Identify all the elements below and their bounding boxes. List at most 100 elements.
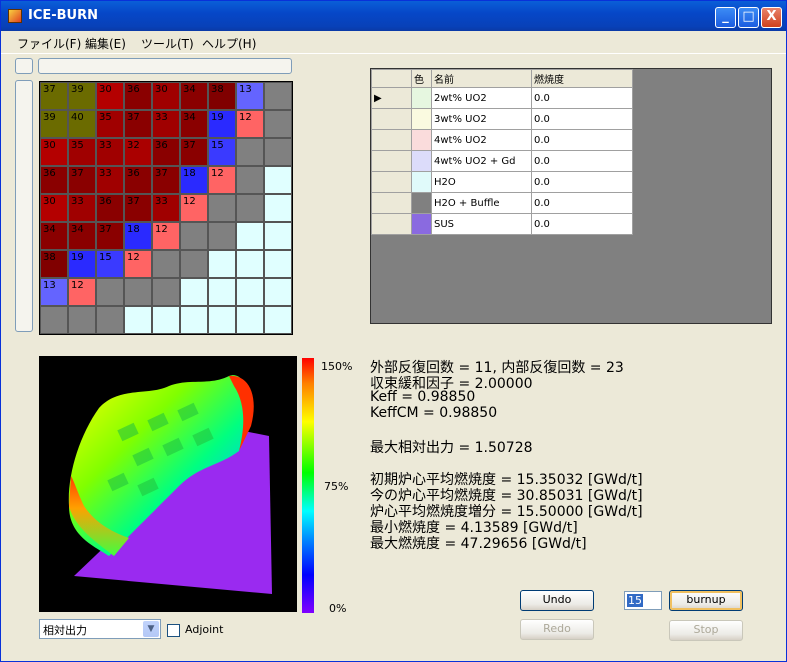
material-color-swatch[interactable] [411, 87, 432, 109]
grid-cell[interactable]: 34 [68, 222, 96, 250]
grid-cell[interactable] [264, 82, 292, 110]
table-row[interactable]: 4wt% UO2 + Gd 0.0 [371, 150, 633, 172]
grid-cell[interactable]: 37 [180, 138, 208, 166]
row-header[interactable]: ▶ [371, 87, 412, 109]
grid-cell[interactable] [152, 250, 180, 278]
material-burnup-cell[interactable]: 0.0 [531, 108, 633, 130]
grid-cell[interactable] [124, 278, 152, 306]
grid-cell[interactable] [40, 306, 68, 334]
grid-cell[interactable] [96, 278, 124, 306]
grid-cell[interactable] [264, 250, 292, 278]
material-name-cell[interactable]: 3wt% UO2 [431, 108, 532, 130]
material-name-cell[interactable]: H2O [431, 171, 532, 193]
material-name-cell[interactable]: H2O + Buffle [431, 192, 532, 214]
grid-cell[interactable] [264, 194, 292, 222]
grid-cell[interactable] [208, 306, 236, 334]
grid-cell[interactable] [152, 306, 180, 334]
grid-cell[interactable] [236, 194, 264, 222]
undo-button[interactable]: Undo [520, 590, 594, 611]
grid-cell[interactable]: 13 [236, 82, 264, 110]
material-color-swatch[interactable] [411, 213, 432, 235]
grid-cell[interactable] [264, 138, 292, 166]
grid-cell[interactable]: 36 [40, 166, 68, 194]
grid-cell[interactable]: 38 [40, 250, 68, 278]
chevron-down-icon[interactable]: ▼ [143, 621, 159, 637]
grid-cell[interactable]: 33 [96, 166, 124, 194]
table-row[interactable]: ▶ 2wt% UO2 0.0 [371, 87, 633, 109]
grid-cell[interactable]: 15 [208, 138, 236, 166]
grid-cell[interactable] [264, 278, 292, 306]
material-color-swatch[interactable] [411, 192, 432, 214]
grid-cell[interactable]: 33 [152, 110, 180, 138]
material-burnup-cell[interactable]: 0.0 [531, 150, 633, 172]
grid-cell[interactable]: 33 [96, 138, 124, 166]
grid-cell[interactable] [180, 278, 208, 306]
material-burnup-cell[interactable]: 0.0 [531, 87, 633, 109]
grid-cell[interactable] [264, 222, 292, 250]
grid-cell[interactable] [152, 278, 180, 306]
menu-help[interactable]: ヘルプ(H) [202, 35, 256, 52]
grid-cell[interactable] [236, 278, 264, 306]
grid-cell[interactable]: 18 [180, 166, 208, 194]
grid-cell[interactable] [180, 222, 208, 250]
material-color-swatch[interactable] [411, 171, 432, 193]
menu-tools[interactable]: ツール(T) [141, 35, 194, 52]
material-name-cell[interactable]: 2wt% UO2 [431, 87, 532, 109]
adjoint-checkbox[interactable] [167, 624, 180, 637]
grid-cell[interactable]: 18 [124, 222, 152, 250]
row-header[interactable] [371, 192, 412, 214]
table-row[interactable]: 4wt% UO2 0.0 [371, 129, 633, 151]
grid-cell[interactable] [264, 110, 292, 138]
burnup-button[interactable]: burnup [669, 590, 743, 611]
close-button[interactable]: X [761, 7, 782, 28]
table-row[interactable]: H2O 0.0 [371, 171, 633, 193]
table-row[interactable]: 3wt% UO2 0.0 [371, 108, 633, 130]
table-row[interactable]: SUS 0.0 [371, 213, 633, 235]
grid-cell[interactable]: 12 [68, 278, 96, 306]
power-3d-plot[interactable] [39, 356, 297, 612]
grid-cell[interactable]: 40 [68, 110, 96, 138]
material-color-swatch[interactable] [411, 108, 432, 130]
minimize-button[interactable]: _ [715, 7, 736, 28]
grid-cell[interactable]: 30 [96, 82, 124, 110]
row-header[interactable] [371, 150, 412, 172]
step-input[interactable]: 15 [624, 591, 662, 610]
menu-file[interactable]: ファイル(F) [17, 35, 81, 52]
row-header[interactable] [371, 213, 412, 235]
grid-cell[interactable]: 37 [152, 166, 180, 194]
grid-cell[interactable]: 36 [124, 82, 152, 110]
menu-edit[interactable]: 編集(E) [85, 35, 126, 52]
grid-cell[interactable]: 30 [152, 82, 180, 110]
grid-cell[interactable]: 34 [180, 110, 208, 138]
grid-cell[interactable] [208, 194, 236, 222]
title-bar[interactable]: ICE-BURN _ □ X [1, 1, 786, 31]
material-burnup-cell[interactable]: 0.0 [531, 213, 633, 235]
grid-cell[interactable] [236, 306, 264, 334]
grid-cell[interactable]: 30 [40, 194, 68, 222]
grid-cell[interactable]: 37 [68, 166, 96, 194]
grid-cell[interactable] [180, 306, 208, 334]
material-burnup-cell[interactable]: 0.0 [531, 192, 633, 214]
grid-cell[interactable]: 37 [124, 194, 152, 222]
grid-cell[interactable]: 12 [180, 194, 208, 222]
grid-cell[interactable]: 19 [208, 110, 236, 138]
material-burnup-cell[interactable]: 0.0 [531, 129, 633, 151]
grid-cell[interactable]: 12 [208, 166, 236, 194]
horizontal-header-bar[interactable] [38, 58, 292, 74]
grid-cell[interactable] [208, 250, 236, 278]
table-row[interactable]: H2O + Buffle 0.0 [371, 192, 633, 214]
grid-cell[interactable]: 37 [124, 110, 152, 138]
grid-cell[interactable]: 39 [68, 82, 96, 110]
grid-cell[interactable]: 30 [40, 138, 68, 166]
grid-cell[interactable]: 15 [96, 250, 124, 278]
grid-cell[interactable]: 13 [40, 278, 68, 306]
grid-cell[interactable] [236, 166, 264, 194]
vertical-header-bar[interactable] [15, 80, 33, 332]
grid-cell[interactable]: 36 [124, 166, 152, 194]
grid-cell[interactable] [96, 306, 124, 334]
core-map-grid[interactable]: 37 39 30 36 30 34 38 13 39 40 35 37 33 34 19 12 30 35 33 32… [39, 81, 293, 335]
grid-cell[interactable]: 39 [40, 110, 68, 138]
stop-button[interactable]: Stop [669, 620, 743, 641]
grid-cell[interactable]: 37 [40, 82, 68, 110]
row-header[interactable] [371, 171, 412, 193]
